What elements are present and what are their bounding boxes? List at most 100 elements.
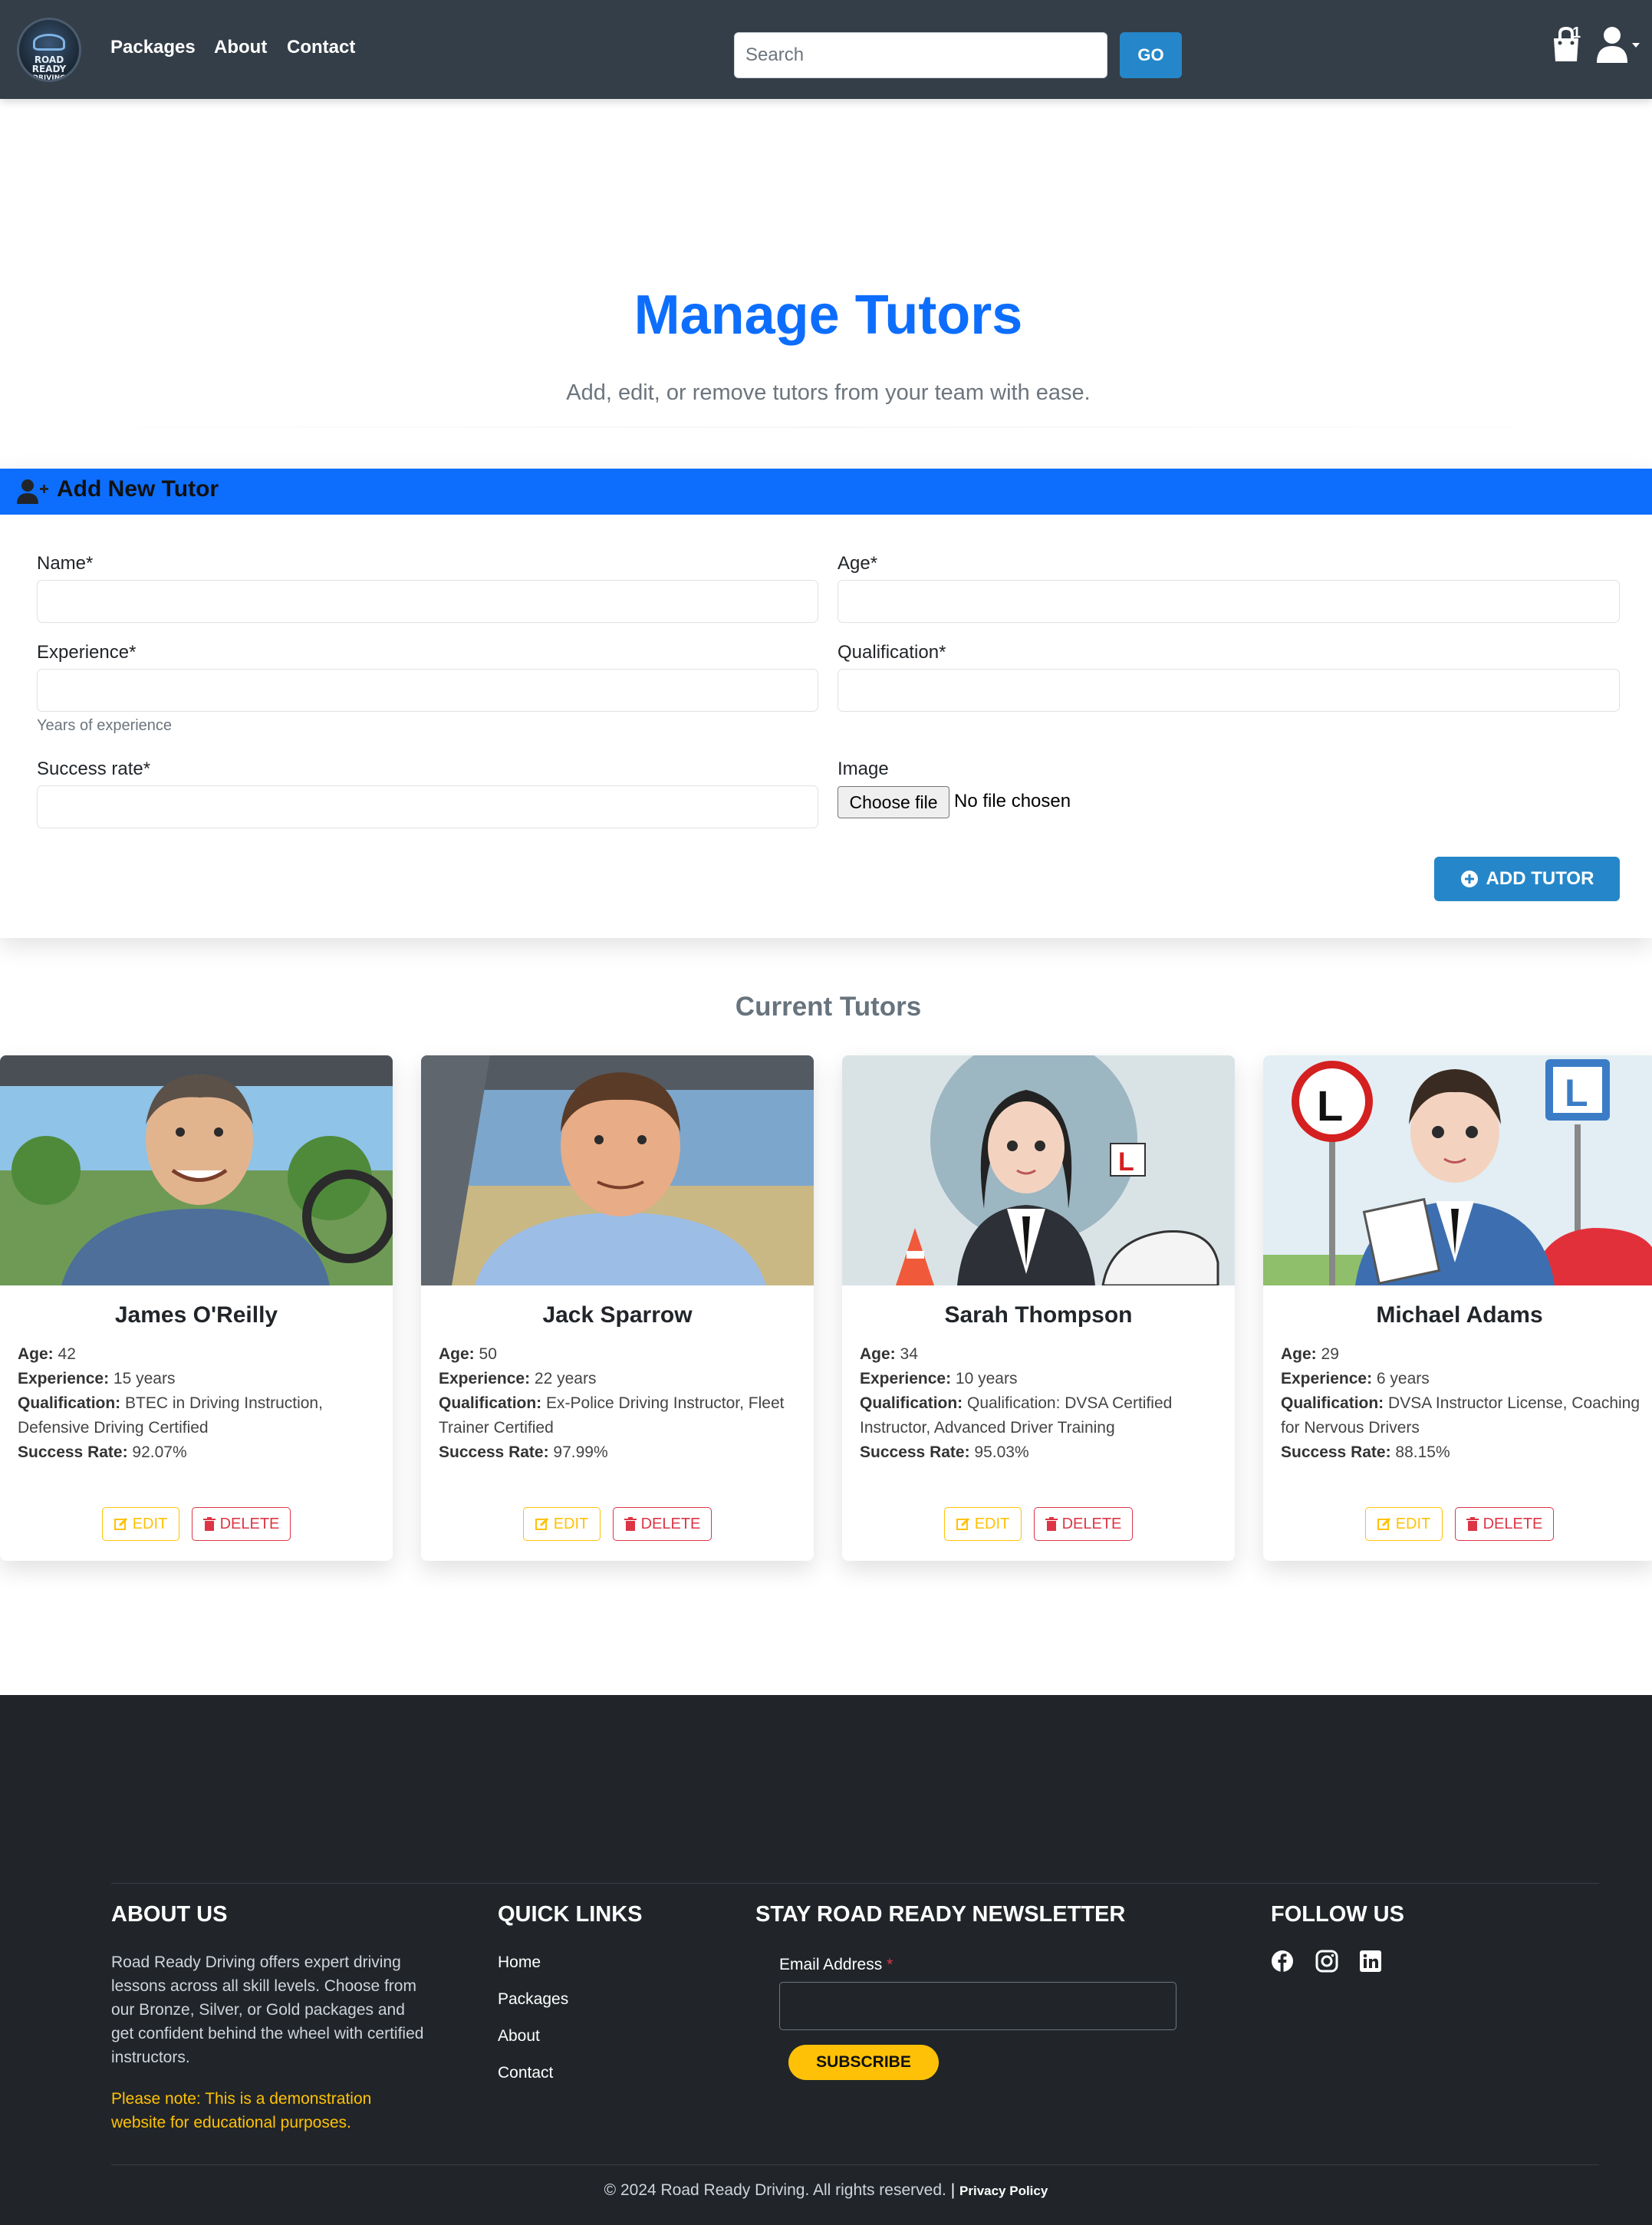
demo-note: Please note: This is a demonstration web…: [111, 2090, 372, 2131]
instagram-icon[interactable]: [1315, 1950, 1338, 1973]
age-value: 42: [58, 1345, 76, 1363]
experience-value: 10 years: [955, 1370, 1018, 1387]
image-label: Image: [838, 759, 889, 779]
tutor-photo: L: [842, 1055, 1235, 1285]
success-rate-label: Success rate*: [37, 759, 151, 779]
age-label: Age*: [838, 553, 878, 574]
delete-label: DELETE: [640, 1515, 701, 1532]
age-value: 34: [900, 1345, 918, 1363]
experience-key: Experience:: [860, 1370, 952, 1387]
trash-icon: [202, 1517, 216, 1531]
success-value: 97.99%: [553, 1443, 608, 1461]
delete-button[interactable]: DELETE: [1455, 1507, 1554, 1541]
delete-button[interactable]: DELETE: [613, 1507, 712, 1541]
success-key: Success Rate:: [18, 1443, 128, 1461]
footer-link-about[interactable]: About: [498, 2027, 540, 2046]
cart-count-badge: 1: [1572, 25, 1581, 41]
add-tutor-label: ADD TUTOR: [1486, 868, 1594, 889]
copyright-separator: |: [950, 2181, 956, 2199]
edit-button[interactable]: EDIT: [1365, 1507, 1443, 1541]
tutor-details: Age: 50 Experience: 22 years Qualificati…: [439, 1342, 799, 1465]
footer-link-home[interactable]: Home: [498, 1953, 541, 1972]
age-key: Age:: [18, 1345, 54, 1363]
tutor-details: Age: 42 Experience: 15 years Qualificati…: [18, 1342, 378, 1465]
follow-us-title: FOLLOW US: [1271, 1902, 1404, 1927]
logo-text-bottom: DRIVING: [32, 74, 66, 82]
success-key: Success Rate:: [439, 1443, 549, 1461]
required-asterisk: *: [887, 1956, 893, 1973]
qualification-label: Qualification*: [838, 642, 946, 663]
copyright-text: © 2024 Road Ready Driving. All rights re…: [604, 2181, 946, 2199]
success-rate-input[interactable]: [37, 785, 818, 828]
age-input[interactable]: [838, 580, 1620, 623]
experience-value: 15 years: [113, 1370, 176, 1387]
edit-label: EDIT: [1395, 1515, 1431, 1532]
subscribe-button[interactable]: SUBSCRIBE: [788, 2045, 939, 2080]
experience-help: Years of experience: [37, 717, 173, 734]
tutor-details: Age: 29 Experience: 6 years Qualificatio…: [1281, 1342, 1641, 1465]
qualification-key: Qualification:: [439, 1394, 542, 1412]
delete-label: DELETE: [1483, 1515, 1543, 1532]
edit-label: EDIT: [553, 1515, 589, 1532]
edit-button[interactable]: EDIT: [102, 1507, 179, 1541]
success-value: 95.03%: [974, 1443, 1029, 1461]
footer-link-contact[interactable]: Contact: [498, 2064, 553, 2082]
delete-button[interactable]: DELETE: [192, 1507, 291, 1541]
svg-text:L: L: [1317, 1081, 1343, 1130]
facebook-icon[interactable]: [1271, 1950, 1294, 1973]
tutor-card-michael: L L Michael Adams Age: 29 Experience: 6 …: [1263, 1055, 1652, 1561]
chevron-down-icon: [1632, 43, 1640, 48]
experience-input[interactable]: [37, 669, 818, 712]
newsletter-email-input[interactable]: [779, 1982, 1176, 2030]
add-tutor-button[interactable]: ADD TUTOR: [1434, 857, 1620, 901]
email-label: Email Address *: [779, 1956, 893, 1973]
edit-icon: [535, 1517, 548, 1530]
trash-icon: [1045, 1517, 1058, 1531]
edit-icon: [956, 1517, 969, 1530]
user-plus-icon: [17, 479, 48, 504]
search-input[interactable]: [734, 32, 1107, 78]
footer: ABOUT US Road Ready Driving offers exper…: [0, 1695, 1652, 2225]
success-key: Success Rate:: [860, 1443, 970, 1461]
about-title: ABOUT US: [111, 1902, 228, 1927]
file-status: No file chosen: [954, 791, 1071, 811]
edit-button[interactable]: EDIT: [523, 1507, 601, 1541]
linkedin-icon[interactable]: [1359, 1950, 1382, 1973]
go-button[interactable]: GO: [1120, 32, 1182, 78]
nav-link-contact[interactable]: Contact: [287, 37, 355, 58]
quick-links-title: QUICK LINKS: [498, 1902, 643, 1927]
edit-button[interactable]: EDIT: [944, 1507, 1022, 1541]
tutor-card-sarah: L Sarah Thompson Age: 34 Experience: 10 …: [842, 1055, 1235, 1561]
qualification-key: Qualification:: [18, 1394, 121, 1412]
footer-link-packages[interactable]: Packages: [498, 1990, 568, 2009]
name-input[interactable]: [37, 580, 818, 623]
qualification-key: Qualification:: [860, 1394, 963, 1412]
tutor-name: Sarah Thompson: [944, 1302, 1133, 1328]
success-value: 88.15%: [1395, 1443, 1450, 1461]
footer-divider-bottom: [111, 2164, 1599, 2165]
delete-button[interactable]: DELETE: [1034, 1507, 1133, 1541]
nav-link-about[interactable]: About: [214, 37, 267, 58]
divider: [0, 426, 1652, 428]
experience-key: Experience:: [1281, 1370, 1373, 1387]
add-tutor-title: Add New Tutor: [57, 476, 219, 502]
plus-circle-icon: [1460, 871, 1478, 887]
copyright: © 2024 Road Ready Driving. All rights re…: [0, 2181, 1652, 2200]
tutor-photo: L L: [1263, 1055, 1652, 1285]
privacy-policy-link[interactable]: Privacy Policy: [959, 2184, 1048, 2198]
edit-label: EDIT: [974, 1515, 1010, 1532]
about-text: Road Ready Driving offers expert driving…: [111, 1953, 424, 2066]
trash-icon: [1466, 1517, 1479, 1531]
age-key: Age:: [860, 1345, 896, 1363]
choose-file-button[interactable]: Choose file: [838, 786, 949, 818]
age-value: 50: [479, 1345, 497, 1363]
qualification-input[interactable]: [838, 669, 1620, 712]
tutor-photo: [0, 1055, 393, 1285]
nav-link-packages[interactable]: Packages: [110, 37, 196, 58]
tutor-name: Jack Sparrow: [542, 1302, 693, 1328]
car-icon: [33, 34, 65, 51]
delete-label: DELETE: [219, 1515, 280, 1532]
user-icon[interactable]: [1595, 25, 1641, 64]
logo[interactable]: ROAD READY DRIVING: [17, 18, 81, 82]
experience-value: 6 years: [1376, 1370, 1430, 1387]
